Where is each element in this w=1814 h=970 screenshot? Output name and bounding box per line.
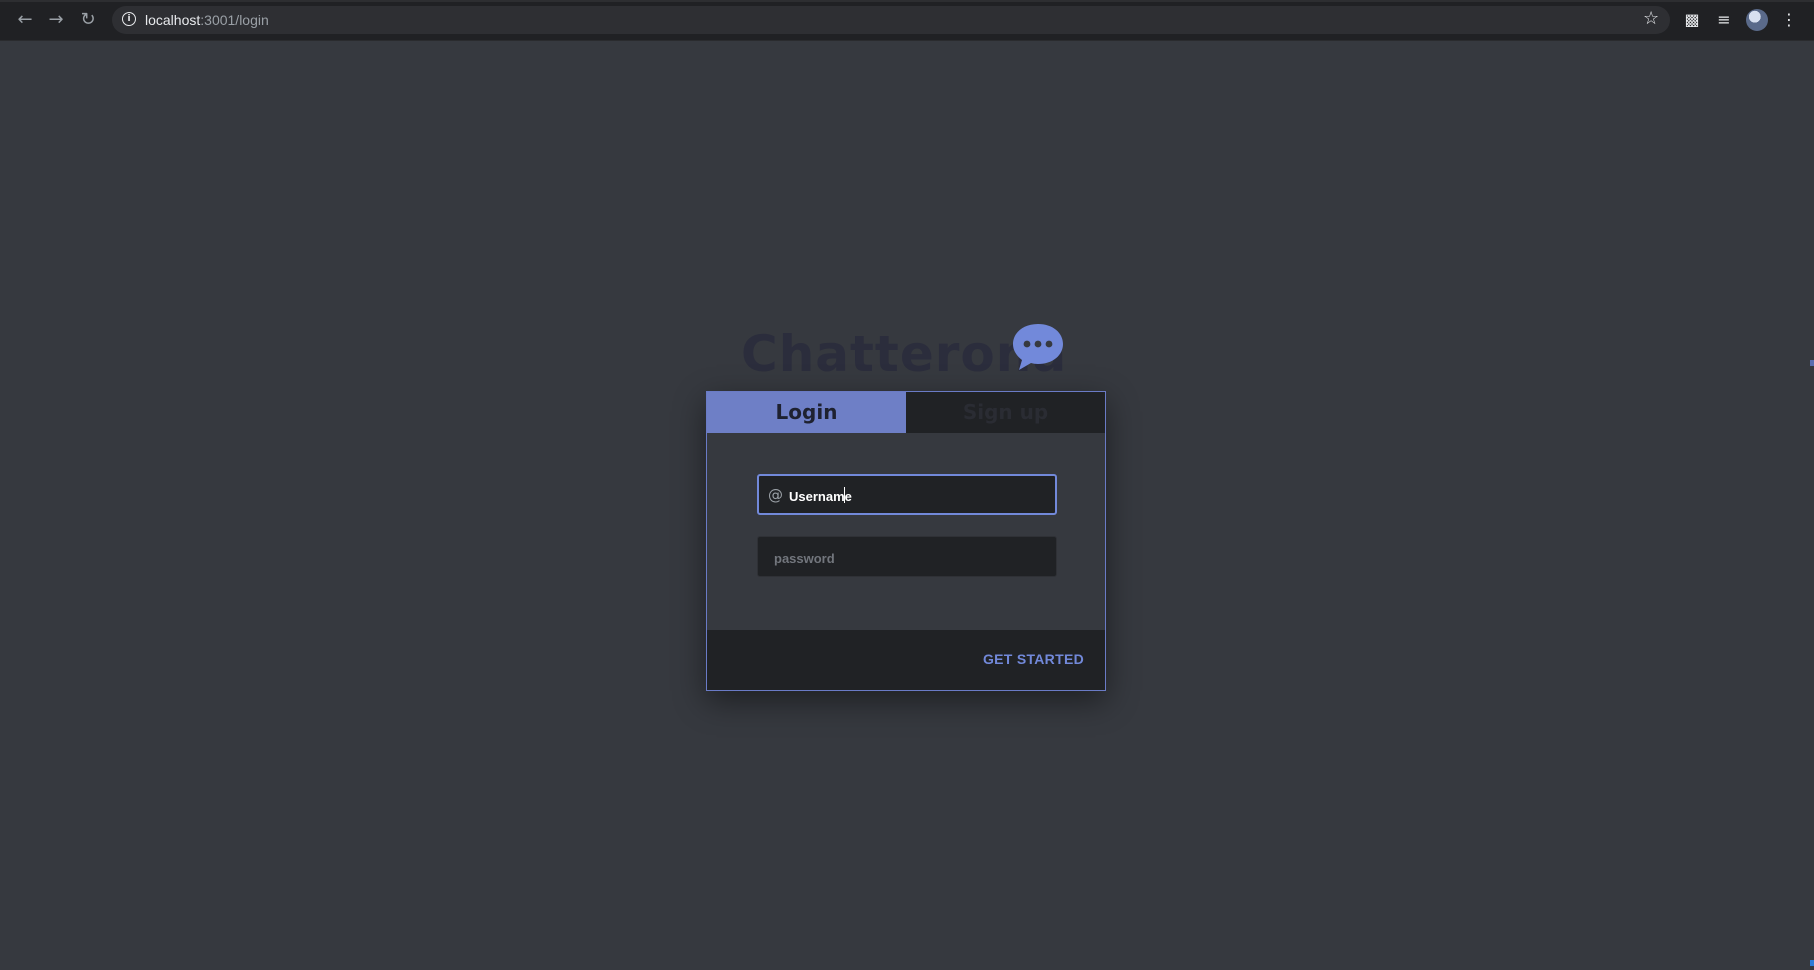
username-input[interactable]: [787, 485, 1051, 507]
extensions-puzzle-icon[interactable]: ▩: [1681, 9, 1703, 31]
window-edge-marker: [1810, 960, 1814, 966]
window-edge-marker: [1810, 360, 1814, 366]
reload-icon[interactable]: ↻: [77, 9, 99, 31]
bookmark-star-icon[interactable]: ☆: [1643, 8, 1659, 29]
browser-toolbar: ← → ↻ i localhost:3001/login ☆ ▩ ≡ ⋮: [0, 0, 1814, 41]
profile-avatar[interactable]: [1746, 9, 1768, 31]
at-sign-icon: @: [768, 486, 783, 504]
password-field[interactable]: [757, 536, 1057, 577]
username-field[interactable]: @: [757, 474, 1057, 515]
chat-bubble-icon: [1013, 324, 1063, 370]
browser-menu-icon[interactable]: ⋮: [1778, 9, 1800, 31]
media-playlist-icon[interactable]: ≡: [1713, 9, 1735, 31]
forward-icon[interactable]: →: [45, 9, 67, 31]
card-footer: GET STARTED: [707, 630, 1105, 690]
text-caret: [844, 487, 845, 503]
auth-tabs: Login Sign up: [707, 392, 1105, 433]
tab-login[interactable]: Login: [707, 392, 906, 433]
address-bar[interactable]: [112, 6, 1670, 34]
site-info-icon[interactable]: i: [122, 12, 136, 26]
url-text[interactable]: localhost:3001/login: [145, 12, 269, 28]
get-started-button[interactable]: GET STARTED: [983, 651, 1084, 667]
auth-card: Login Sign up @ GET STARTED: [706, 391, 1106, 691]
password-input[interactable]: [772, 547, 1046, 569]
back-icon[interactable]: ←: [14, 9, 36, 31]
tab-signup[interactable]: Sign up: [906, 392, 1105, 433]
tab-strip-edge: [0, 0, 1814, 2]
